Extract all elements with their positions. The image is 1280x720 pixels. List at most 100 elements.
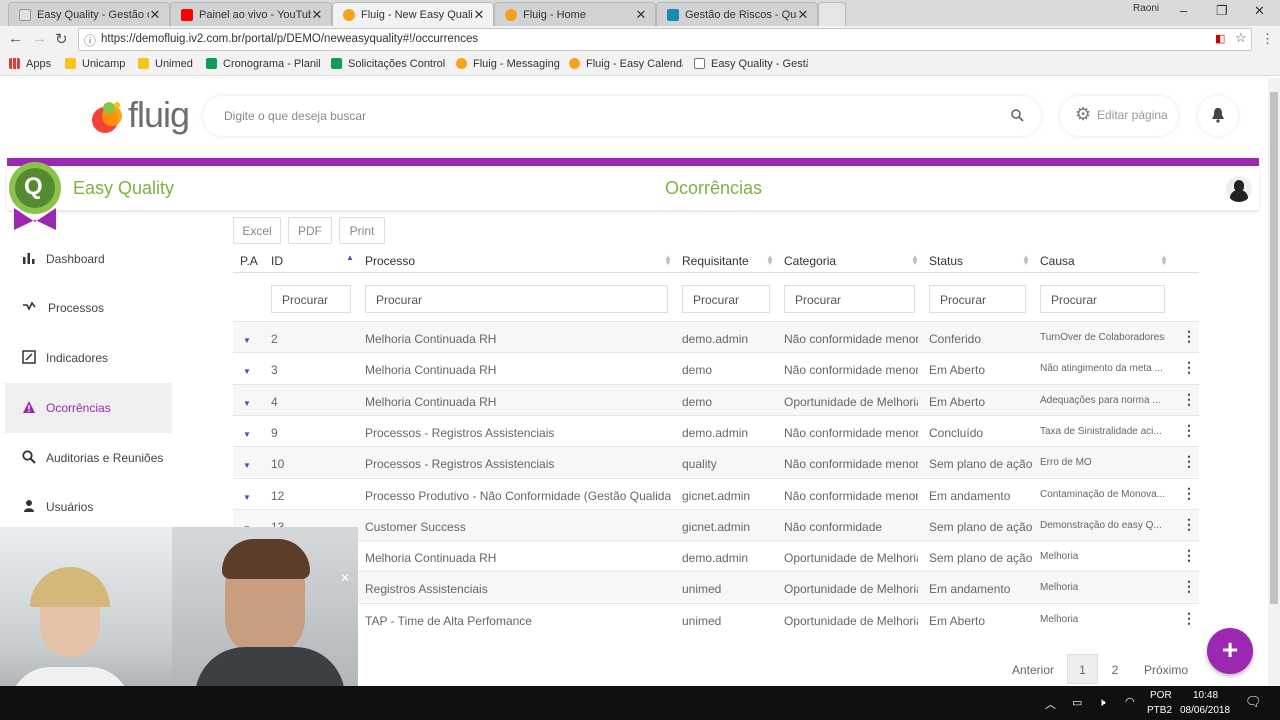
- sort-asc-icon[interactable]: ▲: [346, 254, 354, 262]
- print-button[interactable]: Print: [339, 217, 385, 244]
- browser-tab[interactable]: Painel ao vivo - YouTube ✕: [170, 2, 332, 26]
- browser-menu-icon[interactable]: ⋮: [1261, 31, 1274, 47]
- filter-id-input[interactable]: Procurar: [271, 285, 351, 313]
- browser-tab[interactable]: Gestão de Riscos - Qualit✕: [656, 2, 818, 26]
- blocked-icon[interactable]: ◧: [1215, 32, 1225, 45]
- minimize-icon[interactable]: –: [1180, 3, 1187, 18]
- close-icon[interactable]: ✕: [149, 7, 161, 23]
- filter-causa-input[interactable]: Procurar: [1040, 285, 1165, 313]
- sidebar-item-usuarios[interactable]: Usuários: [5, 482, 172, 532]
- bookmark-star-icon[interactable]: ☆: [1235, 30, 1247, 46]
- close-icon[interactable]: ✕: [635, 7, 647, 23]
- search-icon[interactable]: [1011, 109, 1024, 122]
- bookmark-fluig-calendar[interactable]: Fluig - Easy Calenda: [569, 58, 683, 70]
- window-close-icon[interactable]: ✕: [1254, 3, 1265, 19]
- table-row[interactable]: ▼ 10 Processos - Registros Assistenciais qu…: [233, 446, 1199, 478]
- expand-row-icon[interactable]: ▼: [243, 336, 251, 345]
- forward-icon[interactable]: →: [32, 30, 47, 47]
- row-menu-icon[interactable]: ⋮: [1182, 453, 1196, 470]
- sort-icon[interactable]: ▲ ▼: [1160, 254, 1168, 267]
- pager-page-2[interactable]: 2: [1105, 654, 1125, 684]
- filter-processo-input[interactable]: Procurar: [365, 285, 668, 313]
- bookmark-unicamp[interactable]: Unicamp: [65, 58, 125, 70]
- close-icon[interactable]: ✕: [473, 7, 485, 23]
- filter-requisitante-input[interactable]: Procurar: [682, 285, 770, 313]
- filter-status-input[interactable]: Procurar: [929, 285, 1026, 313]
- sort-icon[interactable]: ▲ ▼: [766, 254, 774, 267]
- column-header-status[interactable]: Status: [929, 254, 963, 268]
- table-row[interactable]: ▼TAP - Time de Alta PerfomanceunimedOpor…: [233, 602, 1199, 634]
- sidebar-item-dashboard[interactable]: Dashboard: [5, 234, 172, 284]
- table-row[interactable]: ▼ 4 Melhoria Continuada RH demo Oportunidade…: [233, 383, 1199, 415]
- avatar[interactable]: [1226, 176, 1252, 202]
- clock-date[interactable]: 08/06/2018: [1180, 705, 1230, 716]
- browser-tab[interactable]: Fluig - Home ✕: [494, 2, 656, 26]
- expand-row-icon[interactable]: ▼: [243, 430, 251, 439]
- keyboard-layout[interactable]: PTB2: [1147, 705, 1172, 716]
- chevron-up-icon[interactable]: ︿: [1045, 696, 1056, 712]
- back-icon[interactable]: ←: [8, 30, 23, 47]
- bookmark-unimed[interactable]: Unimed: [138, 58, 193, 70]
- table-row[interactable]: ▼ 12 Processo Produtivo - Não Conformidade…: [233, 477, 1199, 509]
- reload-icon[interactable]: ↻: [55, 30, 68, 48]
- browser-tab-active[interactable]: Fluig - New Easy Quality ✕: [332, 2, 494, 26]
- clock-time[interactable]: 10:48: [1193, 690, 1218, 701]
- expand-row-icon[interactable]: ▼: [243, 367, 251, 376]
- close-icon[interactable]: ✕: [797, 7, 809, 23]
- expand-row-icon[interactable]: ▼: [243, 461, 251, 470]
- sidebar-item-ocorrencias[interactable]: Ocorrências: [5, 383, 172, 433]
- sidebar-item-processos[interactable]: Processos: [5, 283, 172, 333]
- close-icon[interactable]: ✕: [340, 571, 350, 585]
- scrollbar-thumb[interactable]: [1270, 92, 1278, 604]
- sidebar-item-indicadores[interactable]: Indicadores: [5, 333, 172, 383]
- column-header-processo[interactable]: Processo: [365, 254, 415, 268]
- excel-button[interactable]: Excel: [233, 217, 281, 244]
- pager-previous[interactable]: Anterior: [1010, 654, 1056, 684]
- notifications-button[interactable]: [1198, 96, 1238, 136]
- column-header-requisitante[interactable]: Requisitante: [682, 254, 749, 268]
- column-header-causa[interactable]: Causa: [1040, 254, 1075, 268]
- edit-page-button[interactable]: ⚙ Editar página: [1060, 96, 1178, 136]
- add-occurrence-button[interactable]: +: [1207, 628, 1253, 674]
- row-menu-icon[interactable]: ⋮: [1182, 328, 1196, 345]
- bookmark-fluig-messaging[interactable]: Fluig - Messaging: [456, 58, 560, 70]
- pdf-button[interactable]: PDF: [288, 217, 332, 244]
- column-header-id[interactable]: ID: [271, 254, 283, 268]
- sidebar-item-auditorias[interactable]: Auditorias e Reuniões: [5, 433, 172, 483]
- row-menu-icon[interactable]: ⋮: [1182, 485, 1196, 502]
- sort-icon[interactable]: ▲ ▼: [664, 254, 672, 267]
- expand-row-icon[interactable]: ▼: [243, 399, 251, 408]
- global-search-input[interactable]: Digite o que deseja buscar: [203, 96, 1041, 136]
- fluig-logo[interactable]: fluig: [90, 92, 190, 138]
- column-header-categoria[interactable]: Categoria: [784, 254, 836, 268]
- browser-tab[interactable]: Easy Quality - Gestão de ✕: [8, 2, 170, 26]
- notification-center-icon[interactable]: 🗨: [1245, 694, 1262, 710]
- url-field[interactable]: ⓘ https://demofluig.iv2.com.br/portal/p/…: [78, 28, 1252, 51]
- table-row[interactable]: ▼ 9 Processos - Registros Assistenciais dem…: [233, 414, 1199, 446]
- table-row[interactable]: ▼ 2 Melhoria Continuada RH demo.admin Não co…: [233, 321, 1199, 352]
- browser-user[interactable]: Raoni: [1133, 3, 1159, 14]
- row-menu-icon[interactable]: ⋮: [1182, 516, 1196, 533]
- filter-categoria-input[interactable]: Procurar: [784, 285, 915, 313]
- battery-icon[interactable]: ▭: [1072, 696, 1082, 709]
- table-row[interactable]: ▼13Customer Successgicnet.adminNão confo…: [233, 508, 1199, 540]
- expand-row-icon[interactable]: ▼: [243, 493, 251, 502]
- sort-icon[interactable]: ▲ ▼: [1022, 254, 1030, 267]
- table-row[interactable]: ▼ 3 Melhoria Continuada RH demo Não conformi…: [233, 352, 1199, 383]
- bookmark-apps[interactable]: Apps: [9, 58, 51, 70]
- pager-next[interactable]: Próximo: [1140, 654, 1192, 684]
- row-menu-icon[interactable]: ⋮: [1182, 391, 1196, 408]
- bookmark-easy-quality[interactable]: Easy Quality - Gestã: [694, 58, 808, 70]
- maximize-icon[interactable]: ❐: [1216, 3, 1228, 19]
- table-row[interactable]: ▼Registros AssistenciaisunimedOportunida…: [233, 571, 1199, 603]
- pager-page-1[interactable]: 1: [1067, 654, 1098, 684]
- sort-icon[interactable]: ▲ ▼: [911, 254, 919, 267]
- row-menu-icon[interactable]: ⋮: [1182, 547, 1196, 564]
- new-tab-button[interactable]: [818, 2, 846, 26]
- wifi-icon[interactable]: ◠: [1125, 695, 1135, 708]
- close-icon[interactable]: ✕: [311, 7, 323, 23]
- row-menu-icon[interactable]: ⋮: [1182, 578, 1196, 595]
- table-row[interactable]: ▼Melhoria Continuada RHdemo.adminOportun…: [233, 540, 1199, 571]
- bookmark-cronograma[interactable]: Cronograma - Planil: [206, 58, 320, 70]
- row-menu-icon[interactable]: ⋮: [1182, 359, 1196, 376]
